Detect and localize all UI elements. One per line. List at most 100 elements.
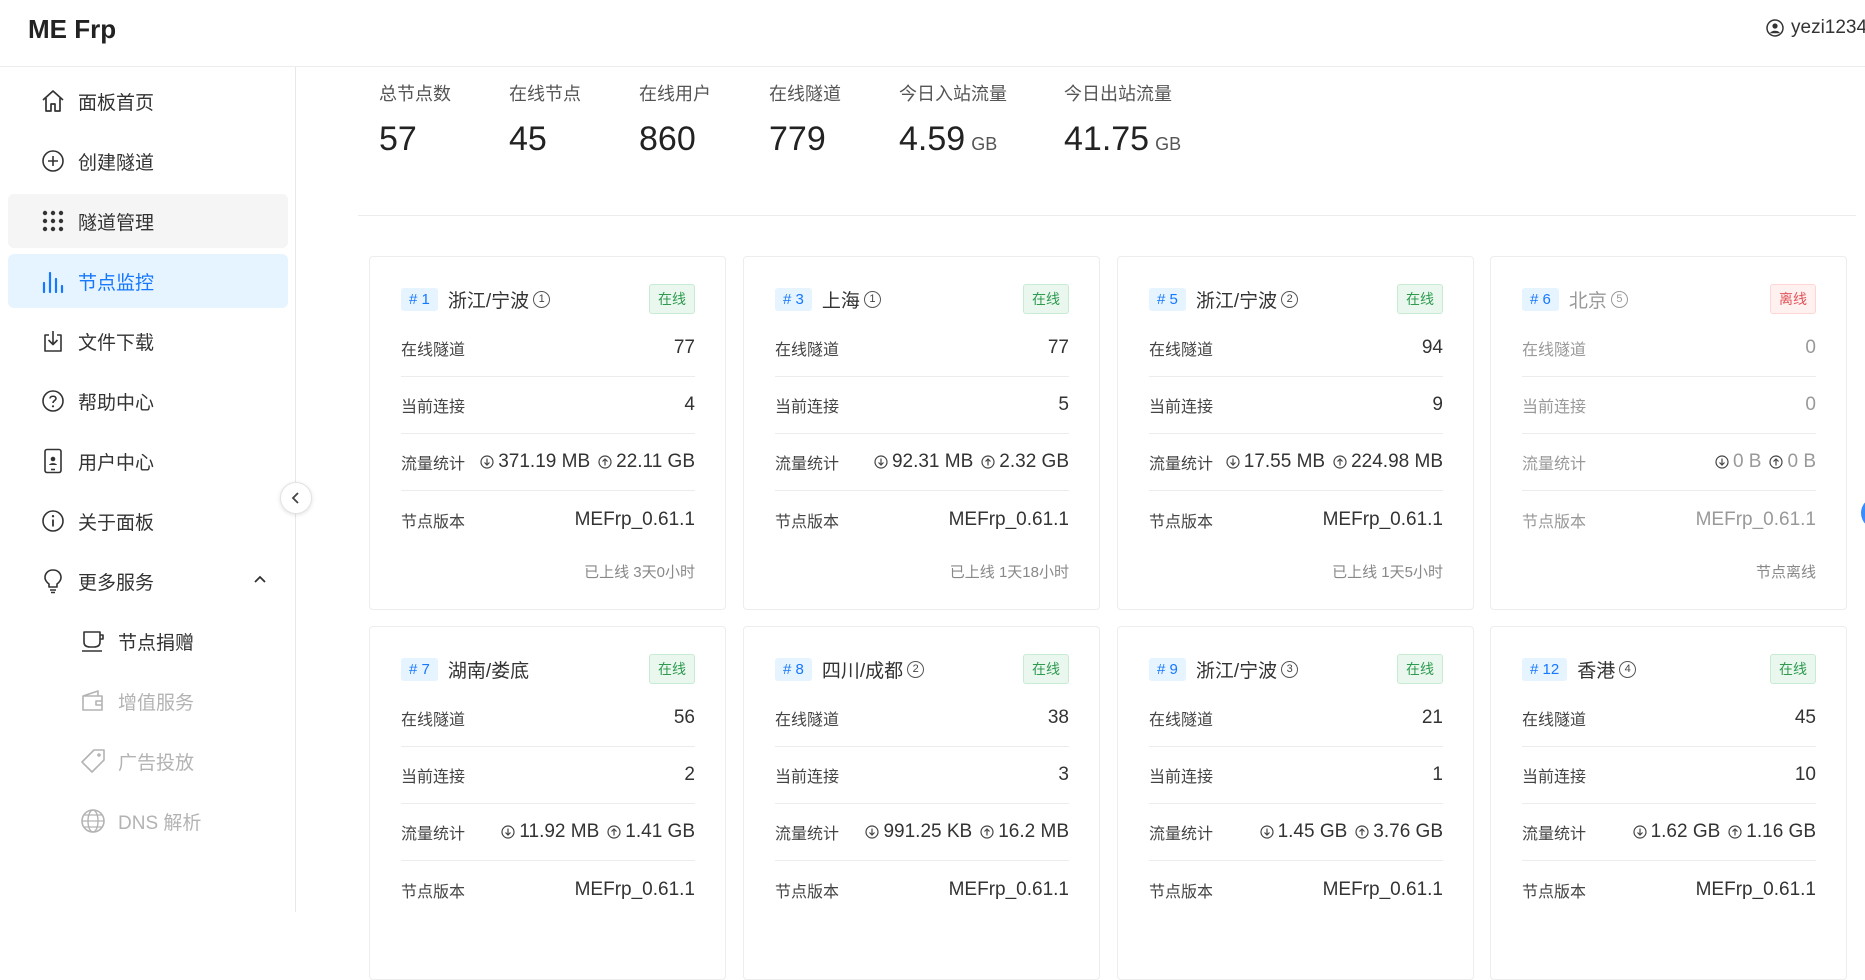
node-card[interactable]: # 3 上海 1 在线 在线隧道 77 当前连接 5 流量统计 92.31 MB 2.32 GB 节点… bbox=[743, 256, 1100, 610]
sidebar-subitem-node-donate[interactable]: 节点捐赠 bbox=[8, 614, 288, 668]
node-group-badge: 2 bbox=[1281, 290, 1299, 308]
row-value: 10 bbox=[1794, 764, 1816, 785]
section-divider bbox=[358, 215, 1856, 216]
node-name: 湖南/娄底 bbox=[447, 660, 530, 682]
sidebar-subitem-dns[interactable]: DNS 解析 bbox=[8, 794, 288, 848]
row-value: 0 bbox=[1805, 337, 1816, 358]
stat-outbound-traffic: 今日出站流量 41.75 GB bbox=[1064, 80, 1181, 159]
node-id-tag: # 5 bbox=[1149, 287, 1186, 311]
sidebar: 面板首页 创建隧道 隧道管理 节点监控 文件下载 帮助中心 用户中心 关于面板 … bbox=[0, 67, 296, 912]
floating-action-handle[interactable] bbox=[1861, 497, 1865, 529]
sidebar-subitem-ads[interactable]: 广告投放 bbox=[8, 734, 288, 788]
row-label: 当前连接 bbox=[775, 399, 840, 416]
sidebar-subitem-value-added[interactable]: 增值服务 bbox=[8, 674, 288, 728]
bar-chart-icon bbox=[40, 268, 66, 294]
row-label: 节点版本 bbox=[1149, 883, 1214, 901]
sidebar-item-label: 创建隧道 bbox=[78, 152, 155, 174]
traffic-value: 92.31 MB 2.32 GB bbox=[866, 451, 1069, 473]
sidebar-collapse-button[interactable] bbox=[280, 482, 312, 514]
sidebar-item-label: 广告投放 bbox=[118, 752, 195, 774]
sidebar-item-about[interactable]: 关于面板 bbox=[8, 494, 288, 548]
row-label: 在线隧道 bbox=[1522, 342, 1587, 359]
sidebar-item-node-monitor[interactable]: 节点监控 bbox=[8, 254, 288, 308]
stat-value: 779 bbox=[769, 120, 826, 158]
row-value: 21 bbox=[1421, 707, 1443, 728]
row-value: 4 bbox=[684, 394, 695, 415]
download-arrow-icon bbox=[501, 825, 515, 839]
row-value: MEFrp_0.61.1 bbox=[948, 508, 1069, 530]
download-arrow-icon bbox=[1226, 455, 1240, 469]
row-label: 节点版本 bbox=[401, 513, 466, 531]
sidebar-item-tunnel-manage[interactable]: 隧道管理 bbox=[8, 194, 288, 248]
node-row-traffic: 流量统计 11.92 MB 1.41 GB bbox=[401, 804, 695, 861]
row-value: MEFrp_0.61.1 bbox=[948, 878, 1069, 900]
traffic-value: 991.25 KB 16.2 MB bbox=[857, 821, 1069, 843]
traffic-value: 371.19 MB 22.11 GB bbox=[472, 451, 695, 473]
row-label: 在线隧道 bbox=[1149, 712, 1214, 729]
row-label: 流量统计 bbox=[775, 826, 840, 843]
node-row-connections: 当前连接 3 bbox=[775, 747, 1069, 804]
globe-icon bbox=[80, 808, 106, 834]
row-label: 在线隧道 bbox=[1522, 712, 1587, 729]
sidebar-item-create-tunnel[interactable]: 创建隧道 bbox=[8, 134, 288, 188]
user-menu[interactable]: yezi1234 bbox=[1766, 17, 1865, 39]
sidebar-item-label: DNS 解析 bbox=[118, 812, 202, 834]
node-card[interactable]: # 6 北京 5 离线 在线隧道 0 当前连接 0 流量统计 0 B 0 B 节点版本 MEFrp_0.… bbox=[1490, 256, 1847, 610]
node-row-version: 节点版本 MEFrp_0.61.1 bbox=[1149, 861, 1443, 918]
app-title[interactable]: ME Frp bbox=[28, 14, 116, 45]
node-card[interactable]: # 5 浙江/宁波 2 在线 在线隧道 94 当前连接 9 流量统计 17.55 MB 224.98… bbox=[1117, 256, 1474, 610]
row-label: 当前连接 bbox=[1522, 769, 1587, 786]
row-label: 当前连接 bbox=[401, 399, 466, 416]
traffic-value: 17.55 MB 224.98 MB bbox=[1218, 451, 1443, 473]
node-id-tag: # 3 bbox=[775, 287, 812, 311]
traffic-up: 3.76 GB bbox=[1373, 821, 1443, 842]
sidebar-item-downloads[interactable]: 文件下载 bbox=[8, 314, 288, 368]
node-row-tunnels: 在线隧道 56 bbox=[401, 690, 695, 747]
node-status-badge: 在线 bbox=[1770, 654, 1816, 684]
node-card[interactable]: # 12 香港 4 在线 在线隧道 45 当前连接 10 流量统计 1.62 GB 1.16 GB 节… bbox=[1490, 626, 1847, 980]
stat-online-nodes: 在线节点 45 bbox=[509, 80, 581, 159]
sidebar-item-label: 节点监控 bbox=[78, 272, 155, 294]
node-id-tag: # 12 bbox=[1522, 657, 1568, 681]
node-name: 上海 bbox=[821, 290, 860, 312]
row-value: MEFrp_0.61.1 bbox=[574, 878, 695, 900]
stat-label: 在线用户 bbox=[639, 84, 711, 104]
home-icon bbox=[40, 88, 66, 114]
stat-online-users: 在线用户 860 bbox=[639, 80, 711, 159]
node-card-header: # 9 浙江/宁波 3 在线 bbox=[1149, 654, 1443, 684]
row-label: 当前连接 bbox=[1149, 399, 1214, 416]
upload-arrow-icon bbox=[1333, 455, 1347, 469]
sidebar-item-help[interactable]: 帮助中心 bbox=[8, 374, 288, 428]
sidebar-item-user-center[interactable]: 用户中心 bbox=[8, 434, 288, 488]
node-card[interactable]: # 8 四川/成都 2 在线 在线隧道 38 当前连接 3 流量统计 991.25 KB 16.2 … bbox=[743, 626, 1100, 980]
node-card-header: # 12 香港 4 在线 bbox=[1522, 654, 1816, 684]
stat-label: 总节点数 bbox=[379, 84, 451, 104]
node-name: 浙江/宁波 bbox=[447, 290, 530, 312]
traffic-up: 2.32 GB bbox=[999, 451, 1069, 472]
node-card[interactable]: # 9 浙江/宁波 3 在线 在线隧道 21 当前连接 1 流量统计 1.45 GB 3.76 GB… bbox=[1117, 626, 1474, 980]
row-label: 流量统计 bbox=[1149, 826, 1214, 843]
stat-total-nodes: 总节点数 57 bbox=[379, 80, 451, 159]
download-icon bbox=[40, 328, 66, 354]
sidebar-item-label: 增值服务 bbox=[118, 692, 195, 714]
node-name: 北京 bbox=[1568, 290, 1607, 312]
traffic-up: 224.98 MB bbox=[1351, 451, 1443, 472]
top-bar: ME Frp yezi1234 bbox=[0, 0, 1865, 67]
sidebar-item-more-services[interactable]: 更多服务 bbox=[8, 554, 288, 608]
node-uptime: 已上线 1天5小时 bbox=[1332, 564, 1443, 581]
node-card[interactable]: # 1 浙江/宁波 1 在线 在线隧道 77 当前连接 4 流量统计 371.19 MB 22.11… bbox=[369, 256, 726, 610]
node-card[interactable]: # 7 湖南/娄底 在线 在线隧道 56 当前连接 2 流量统计 11.92 MB 1.41 GB… bbox=[369, 626, 726, 980]
node-status-badge: 在线 bbox=[1397, 654, 1443, 684]
sidebar-item-home[interactable]: 面板首页 bbox=[8, 74, 288, 128]
row-value: 77 bbox=[1047, 337, 1069, 358]
node-card-header: # 7 湖南/娄底 在线 bbox=[401, 654, 695, 684]
node-row-tunnels: 在线隧道 21 bbox=[1149, 690, 1443, 747]
node-card-header: # 5 浙江/宁波 2 在线 bbox=[1149, 284, 1443, 314]
node-status-badge: 在线 bbox=[1397, 284, 1443, 314]
node-row-tunnels: 在线隧道 0 bbox=[1522, 320, 1816, 377]
traffic-down: 371.19 MB bbox=[498, 451, 591, 472]
node-uptime: 已上线 3天0小时 bbox=[584, 564, 695, 581]
info-circle-icon bbox=[40, 508, 66, 534]
node-status-badge: 在线 bbox=[1023, 284, 1069, 314]
row-value: 45 bbox=[1794, 707, 1816, 728]
